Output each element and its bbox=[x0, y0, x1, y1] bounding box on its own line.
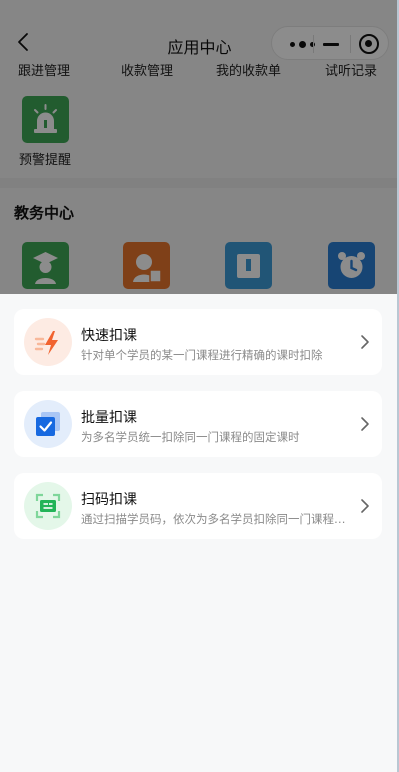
quick-deduct-icon-circle bbox=[24, 318, 72, 366]
batch-deduct-icon-circle bbox=[24, 400, 72, 448]
option-desc-quick-deduct: 针对单个学员的某一门课程进行精确的课时扣除 bbox=[81, 348, 323, 362]
option-card-quick-deduct[interactable]: 快速扣课 针对单个学员的某一门课程进行精确的课时扣除 bbox=[14, 309, 382, 375]
chevron-right-icon bbox=[361, 499, 369, 513]
chevron-right-icon bbox=[361, 417, 369, 431]
option-desc-batch-deduct: 为多名学员统一扣除同一门课程的固定课时 bbox=[81, 430, 300, 444]
option-title-batch-deduct: 批量扣课 bbox=[81, 410, 137, 426]
scan-frame-icon bbox=[35, 493, 61, 519]
option-title-scan-deduct: 扫码扣课 bbox=[81, 492, 137, 508]
deduct-class-sheet: 快速扣课 针对单个学员的某一门课程进行精确的课时扣除 批量扣课 为多名学员统一扣… bbox=[0, 294, 397, 772]
modal-overlay[interactable] bbox=[0, 0, 399, 294]
option-card-scan-deduct[interactable]: 扫码扣课 通过扫描学员码，依次为多名学员扣除同一门课程的课时 bbox=[14, 473, 382, 539]
option-card-batch-deduct[interactable]: 批量扣课 为多名学员统一扣除同一门课程的固定课时 bbox=[14, 391, 382, 457]
checkbox-stack-icon bbox=[36, 412, 60, 436]
option-title-quick-deduct: 快速扣课 bbox=[81, 328, 137, 344]
chevron-right-icon bbox=[361, 335, 369, 349]
lightning-icon bbox=[34, 331, 58, 355]
scan-deduct-icon-circle bbox=[24, 482, 72, 530]
option-desc-scan-deduct: 通过扫描学员码，依次为多名学员扣除同一门课程的课时 bbox=[81, 512, 349, 526]
